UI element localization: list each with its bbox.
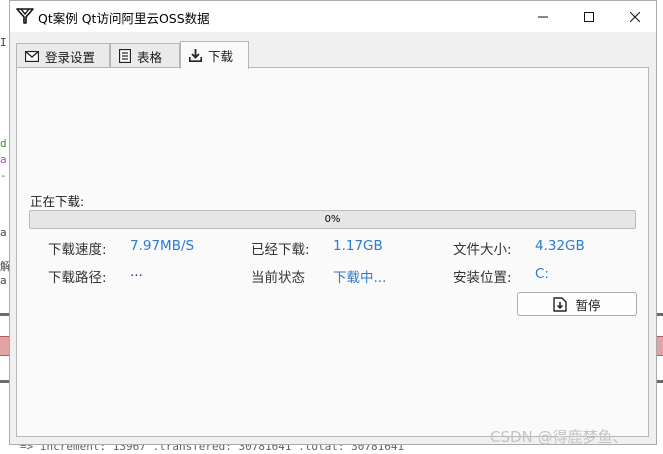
progress-text: 0% [324,214,341,225]
maximize-icon [584,11,594,22]
close-button[interactable] [612,1,658,32]
pause-button[interactable]: 暂停 [517,292,637,316]
title-bar[interactable]: Qt案例 Qt访问阿里云OSS数据 [10,1,656,32]
download-path-value: ... [130,264,143,280]
envelope-icon [25,50,39,62]
qt-logo-icon [16,7,34,25]
downloaded-value: 1.17GB [333,238,383,254]
maximize-button[interactable] [566,1,612,32]
minimize-icon [538,16,548,17]
download-progress-bar: 0% [29,210,636,229]
file-size-label: 文件大小: [453,242,512,258]
pause-download-icon [553,296,568,312]
close-icon [630,11,640,22]
watermark-text: CSDN @得鹿梦鱼、 [490,428,628,446]
downloaded-label: 已经下载: [251,242,310,258]
tab-download[interactable]: 下载 [180,41,249,69]
pause-button-label: 暂停 [575,297,601,313]
app-window: Qt案例 Qt访问阿里云OSS数据 登录设置 表格 下载 正在下载: 0% 下载… [9,0,657,445]
download-panel: 正在下载: 0% 下载速度: 7.97MB/S 已经下载: 1.17GB 文件大… [16,67,649,437]
background-editor-left: I d a - a 解 a [0,0,9,454]
window-title: Qt案例 Qt访问阿里云OSS数据 [38,11,210,26]
speed-value: 7.97MB/S [130,238,195,254]
install-location-label: 安装位置: [453,270,512,286]
speed-label: 下载速度: [48,242,107,258]
tab-table[interactable]: 表格 [110,43,180,68]
current-state-label: 当前状态 [251,270,305,286]
table-icon [119,49,131,63]
tab-label: 登录设置 [45,49,96,65]
download-status-label: 正在下载: [30,194,85,209]
install-location-value: C: [535,266,549,282]
minimize-button[interactable] [520,1,566,32]
download-path-label: 下载路径: [48,270,107,286]
tab-login-settings[interactable]: 登录设置 [16,43,110,68]
download-icon [189,49,202,62]
file-size-value: 4.32GB [535,238,585,254]
tab-label: 下载 [208,49,234,64]
current-state-value: 下载中... [333,270,387,286]
tab-label: 表格 [137,49,163,65]
